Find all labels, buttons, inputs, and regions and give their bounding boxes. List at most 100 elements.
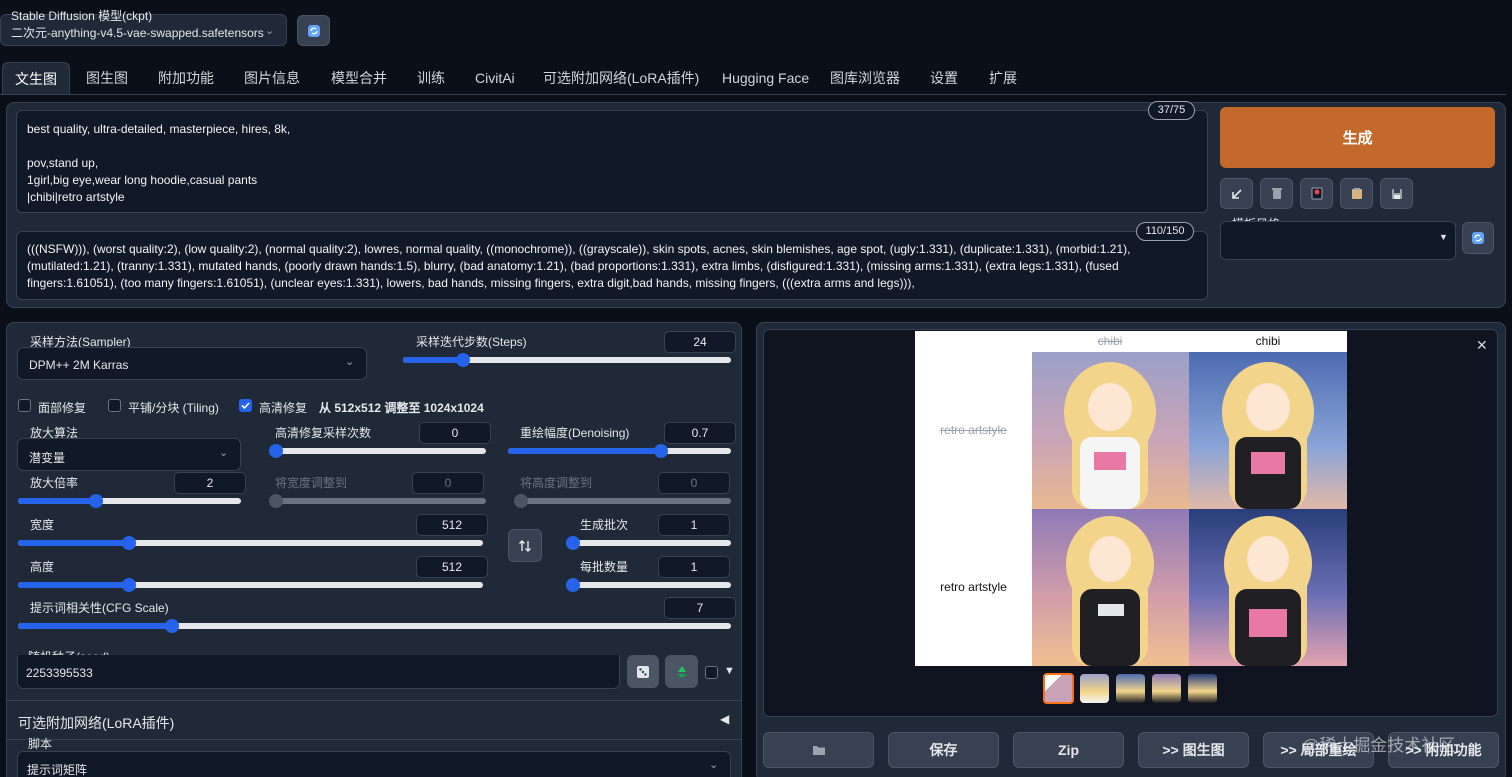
grid-row-label-disabled: retro artstyle <box>940 423 1007 437</box>
tab-img2img[interactable]: 图生图 <box>86 62 128 94</box>
tiling-label: 平铺/分块 (Tiling) <box>128 401 219 415</box>
save-button[interactable]: 保存 <box>888 732 999 768</box>
sampler-dropdown[interactable]: DPM++ 2M Karras ⌄ <box>17 347 367 380</box>
check-icon <box>241 402 250 410</box>
batch-size-slider[interactable] <box>566 577 731 593</box>
hires-fix-checkbox[interactable] <box>239 399 252 412</box>
tab-huggingface[interactable]: Hugging Face <box>722 62 809 94</box>
grid-col-label: chibi <box>1255 334 1281 348</box>
denoising-label: 重绘幅度(Denoising) <box>520 426 630 440</box>
sampler-value: DPM++ 2M Karras <box>29 358 129 372</box>
chevron-down-icon: ⌄ <box>265 25 275 37</box>
width-input[interactable]: 512 <box>416 514 488 536</box>
grid-image[interactable]: chibi chibi retro artstyle retro artstyl… <box>915 331 1347 666</box>
resize-width-slider[interactable] <box>269 493 486 509</box>
dropdown-arrow-icon: ▼ <box>1439 232 1448 242</box>
resize-width-input[interactable]: 0 <box>412 472 484 494</box>
tab-settings[interactable]: 设置 <box>930 62 958 94</box>
close-icon[interactable]: ✕ <box>1476 337 1488 354</box>
save-style-button[interactable] <box>1380 178 1413 209</box>
chevron-down-icon: ⌄ <box>345 356 355 368</box>
swap-dimensions-button[interactable] <box>508 529 542 562</box>
grid-image-cell-4 <box>1189 509 1347 666</box>
resize-height-slider[interactable] <box>514 493 731 509</box>
height-label: 高度 <box>30 560 55 574</box>
hires-steps-input[interactable]: 0 <box>419 422 491 444</box>
thumbnail-2[interactable] <box>1116 674 1145 703</box>
cfg-slider[interactable] <box>18 618 731 634</box>
width-label: 宽度 <box>30 518 55 532</box>
tab-merge[interactable]: 模型合并 <box>331 62 387 94</box>
send-to-img2img-button[interactable]: >> 图生图 <box>1138 732 1249 768</box>
tab-lora[interactable]: 可选附加网络(LoRA插件) <box>543 62 699 94</box>
style-refresh-button[interactable] <box>1462 222 1494 254</box>
generate-label: 生成 <box>1342 130 1373 147</box>
thumbnail-1[interactable] <box>1080 674 1109 703</box>
tab-png-info[interactable]: 图片信息 <box>244 62 300 94</box>
grid-image-cell-2 <box>1189 352 1347 509</box>
height-input[interactable]: 512 <box>416 556 488 578</box>
model-refresh-button[interactable] <box>297 15 330 46</box>
save-icon <box>1391 188 1402 199</box>
steps-input[interactable]: 24 <box>664 331 736 353</box>
hires-steps-slider[interactable] <box>269 443 486 459</box>
denoising-input[interactable]: 0.7 <box>664 422 736 444</box>
script-value: 提示词矩阵 <box>27 763 88 777</box>
resize-width-label: 将宽度调整到 <box>275 476 348 490</box>
batch-count-input[interactable]: 1 <box>658 514 730 536</box>
random-seed-button[interactable] <box>627 655 659 688</box>
batch-size-label: 每批数量 <box>580 560 629 574</box>
height-slider[interactable] <box>18 577 483 593</box>
seed-input[interactable]: 2253395533 <box>17 655 620 689</box>
arrow-down-left-icon <box>1231 188 1242 199</box>
script-dropdown[interactable]: 提示词矩阵 ⌄ <box>17 751 731 777</box>
style-dropdown[interactable]: ▼ <box>1220 221 1456 260</box>
upscaler-value: 潜变量 <box>29 451 66 465</box>
extra-seed-toggle-icon[interactable]: ▼ <box>724 665 735 677</box>
tab-extensions[interactable]: 扩展 <box>989 62 1017 94</box>
extra-seed-checkbox[interactable] <box>705 666 718 679</box>
model-value: 二次元-anything-v4.5-vae-swapped.safetensor… <box>11 26 264 40</box>
prompt-textarea[interactable]: best quality, ultra-detailed, masterpiec… <box>16 110 1208 213</box>
negative-prompt-textarea[interactable]: (((NSFW))), (worst quality:2), (low qual… <box>16 231 1208 300</box>
collapse-arrow-icon: ◀ <box>720 712 730 726</box>
clipboard-icon <box>1351 188 1362 199</box>
resize-height-input[interactable]: 0 <box>658 472 730 494</box>
read-params-button[interactable] <box>1220 178 1253 209</box>
model-selector[interactable]: Stable Diffusion 模型(ckpt) 二次元-anything-v… <box>0 9 287 46</box>
red-card-icon <box>1311 187 1322 200</box>
apply-style-button[interactable] <box>1340 178 1373 209</box>
denoising-slider[interactable] <box>508 443 731 459</box>
clear-prompt-button[interactable] <box>1260 178 1293 209</box>
lora-accordion-label: 可选附加网络(LoRA插件) <box>18 715 175 731</box>
thumbnail-grid[interactable] <box>1043 673 1074 704</box>
upscaler-dropdown[interactable]: 潜变量 ⌄ <box>17 438 241 471</box>
refresh-icon <box>1472 232 1484 244</box>
tab-civitai[interactable]: CivitAi <box>475 62 515 94</box>
batch-count-slider[interactable] <box>566 535 731 551</box>
tiling-checkbox[interactable] <box>108 399 121 412</box>
reuse-seed-button[interactable] <box>665 655 698 688</box>
swap-icon <box>519 539 531 552</box>
cfg-input[interactable]: 7 <box>664 597 736 619</box>
tab-gallery[interactable]: 图库浏览器 <box>830 62 900 94</box>
batch-size-input[interactable]: 1 <box>658 556 730 578</box>
open-folder-button[interactable] <box>763 732 874 768</box>
recycle-icon <box>676 665 687 678</box>
negative-token-counter: 110/150 <box>1136 222 1194 241</box>
grid-image-cell-1 <box>1032 352 1189 509</box>
tab-txt2img[interactable]: 文生图 <box>2 62 70 94</box>
face-restore-checkbox[interactable] <box>18 399 31 412</box>
generate-button[interactable]: 生成 <box>1220 107 1495 168</box>
lora-accordion[interactable]: 可选附加网络(LoRA插件) ◀ <box>6 700 742 740</box>
width-slider[interactable] <box>18 535 483 551</box>
steps-slider[interactable] <box>403 352 731 368</box>
thumbnail-3[interactable] <box>1152 674 1181 703</box>
tab-train[interactable]: 训练 <box>417 62 445 94</box>
upscale-by-input[interactable]: 2 <box>174 472 246 494</box>
upscale-by-slider[interactable] <box>18 493 241 509</box>
tab-extras[interactable]: 附加功能 <box>158 62 214 94</box>
zip-button[interactable]: Zip <box>1013 732 1124 768</box>
show-extra-networks-button[interactable] <box>1300 178 1333 209</box>
thumbnail-4[interactable] <box>1188 674 1217 703</box>
